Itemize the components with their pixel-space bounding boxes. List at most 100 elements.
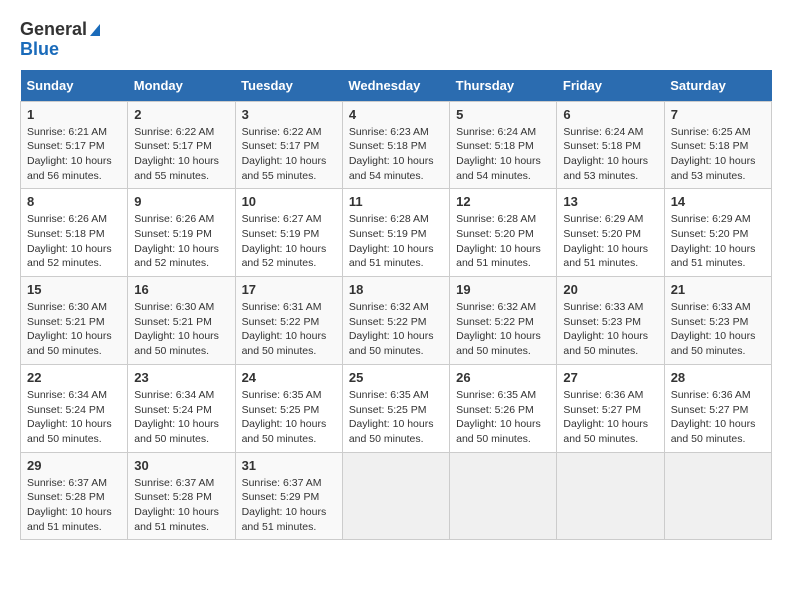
day-number: 21 <box>671 282 765 297</box>
day-cell: 21 Sunrise: 6:33 AM Sunset: 5:23 PM Dayl… <box>664 277 771 365</box>
day-cell: 5 Sunrise: 6:24 AM Sunset: 5:18 PM Dayli… <box>450 101 557 189</box>
week-row-5: 29 Sunrise: 6:37 AM Sunset: 5:28 PM Dayl… <box>21 452 772 540</box>
day-info: Sunrise: 6:23 AM Sunset: 5:18 PM Dayligh… <box>349 125 443 184</box>
header: General Blue <box>20 20 772 60</box>
day-cell: 2 Sunrise: 6:22 AM Sunset: 5:17 PM Dayli… <box>128 101 235 189</box>
weekday-saturday: Saturday <box>664 70 771 102</box>
day-number: 16 <box>134 282 228 297</box>
day-info: Sunrise: 6:37 AM Sunset: 5:29 PM Dayligh… <box>242 476 336 535</box>
day-cell: 27 Sunrise: 6:36 AM Sunset: 5:27 PM Dayl… <box>557 364 664 452</box>
day-info: Sunrise: 6:22 AM Sunset: 5:17 PM Dayligh… <box>134 125 228 184</box>
week-row-2: 8 Sunrise: 6:26 AM Sunset: 5:18 PM Dayli… <box>21 189 772 277</box>
day-number: 30 <box>134 458 228 473</box>
day-number: 25 <box>349 370 443 385</box>
day-number: 31 <box>242 458 336 473</box>
day-cell: 19 Sunrise: 6:32 AM Sunset: 5:22 PM Dayl… <box>450 277 557 365</box>
day-cell: 20 Sunrise: 6:33 AM Sunset: 5:23 PM Dayl… <box>557 277 664 365</box>
day-cell: 29 Sunrise: 6:37 AM Sunset: 5:28 PM Dayl… <box>21 452 128 540</box>
day-info: Sunrise: 6:27 AM Sunset: 5:19 PM Dayligh… <box>242 212 336 271</box>
day-info: Sunrise: 6:32 AM Sunset: 5:22 PM Dayligh… <box>456 300 550 359</box>
day-cell: 3 Sunrise: 6:22 AM Sunset: 5:17 PM Dayli… <box>235 101 342 189</box>
day-info: Sunrise: 6:35 AM Sunset: 5:25 PM Dayligh… <box>349 388 443 447</box>
day-number: 22 <box>27 370 121 385</box>
day-number: 2 <box>134 107 228 122</box>
logo-blue: Blue <box>20 40 100 60</box>
day-cell <box>450 452 557 540</box>
day-number: 11 <box>349 194 443 209</box>
day-info: Sunrise: 6:35 AM Sunset: 5:25 PM Dayligh… <box>242 388 336 447</box>
weekday-wednesday: Wednesday <box>342 70 449 102</box>
day-info: Sunrise: 6:34 AM Sunset: 5:24 PM Dayligh… <box>134 388 228 447</box>
day-info: Sunrise: 6:35 AM Sunset: 5:26 PM Dayligh… <box>456 388 550 447</box>
day-number: 9 <box>134 194 228 209</box>
day-info: Sunrise: 6:36 AM Sunset: 5:27 PM Dayligh… <box>563 388 657 447</box>
day-cell: 14 Sunrise: 6:29 AM Sunset: 5:20 PM Dayl… <box>664 189 771 277</box>
day-cell: 13 Sunrise: 6:29 AM Sunset: 5:20 PM Dayl… <box>557 189 664 277</box>
day-number: 15 <box>27 282 121 297</box>
day-number: 18 <box>349 282 443 297</box>
day-cell <box>557 452 664 540</box>
day-number: 12 <box>456 194 550 209</box>
day-info: Sunrise: 6:22 AM Sunset: 5:17 PM Dayligh… <box>242 125 336 184</box>
day-cell: 31 Sunrise: 6:37 AM Sunset: 5:29 PM Dayl… <box>235 452 342 540</box>
day-cell: 6 Sunrise: 6:24 AM Sunset: 5:18 PM Dayli… <box>557 101 664 189</box>
day-cell: 23 Sunrise: 6:34 AM Sunset: 5:24 PM Dayl… <box>128 364 235 452</box>
weekday-thursday: Thursday <box>450 70 557 102</box>
day-cell: 30 Sunrise: 6:37 AM Sunset: 5:28 PM Dayl… <box>128 452 235 540</box>
day-number: 6 <box>563 107 657 122</box>
logo-general: General <box>20 20 100 40</box>
day-cell: 17 Sunrise: 6:31 AM Sunset: 5:22 PM Dayl… <box>235 277 342 365</box>
day-cell: 25 Sunrise: 6:35 AM Sunset: 5:25 PM Dayl… <box>342 364 449 452</box>
day-cell: 22 Sunrise: 6:34 AM Sunset: 5:24 PM Dayl… <box>21 364 128 452</box>
day-info: Sunrise: 6:32 AM Sunset: 5:22 PM Dayligh… <box>349 300 443 359</box>
day-cell: 12 Sunrise: 6:28 AM Sunset: 5:20 PM Dayl… <box>450 189 557 277</box>
day-number: 14 <box>671 194 765 209</box>
week-row-3: 15 Sunrise: 6:30 AM Sunset: 5:21 PM Dayl… <box>21 277 772 365</box>
day-cell: 7 Sunrise: 6:25 AM Sunset: 5:18 PM Dayli… <box>664 101 771 189</box>
day-info: Sunrise: 6:36 AM Sunset: 5:27 PM Dayligh… <box>671 388 765 447</box>
day-info: Sunrise: 6:26 AM Sunset: 5:19 PM Dayligh… <box>134 212 228 271</box>
week-row-1: 1 Sunrise: 6:21 AM Sunset: 5:17 PM Dayli… <box>21 101 772 189</box>
day-number: 27 <box>563 370 657 385</box>
day-cell: 24 Sunrise: 6:35 AM Sunset: 5:25 PM Dayl… <box>235 364 342 452</box>
calendar-table: SundayMondayTuesdayWednesdayThursdayFrid… <box>20 70 772 541</box>
weekday-monday: Monday <box>128 70 235 102</box>
weekday-tuesday: Tuesday <box>235 70 342 102</box>
calendar-header: SundayMondayTuesdayWednesdayThursdayFrid… <box>21 70 772 102</box>
day-number: 19 <box>456 282 550 297</box>
day-number: 13 <box>563 194 657 209</box>
day-cell: 18 Sunrise: 6:32 AM Sunset: 5:22 PM Dayl… <box>342 277 449 365</box>
day-cell: 28 Sunrise: 6:36 AM Sunset: 5:27 PM Dayl… <box>664 364 771 452</box>
day-cell: 8 Sunrise: 6:26 AM Sunset: 5:18 PM Dayli… <box>21 189 128 277</box>
day-info: Sunrise: 6:24 AM Sunset: 5:18 PM Dayligh… <box>563 125 657 184</box>
day-number: 10 <box>242 194 336 209</box>
day-info: Sunrise: 6:28 AM Sunset: 5:20 PM Dayligh… <box>456 212 550 271</box>
day-number: 5 <box>456 107 550 122</box>
day-number: 29 <box>27 458 121 473</box>
day-info: Sunrise: 6:26 AM Sunset: 5:18 PM Dayligh… <box>27 212 121 271</box>
day-cell: 10 Sunrise: 6:27 AM Sunset: 5:19 PM Dayl… <box>235 189 342 277</box>
day-info: Sunrise: 6:33 AM Sunset: 5:23 PM Dayligh… <box>671 300 765 359</box>
day-info: Sunrise: 6:25 AM Sunset: 5:18 PM Dayligh… <box>671 125 765 184</box>
day-cell: 11 Sunrise: 6:28 AM Sunset: 5:19 PM Dayl… <box>342 189 449 277</box>
day-info: Sunrise: 6:31 AM Sunset: 5:22 PM Dayligh… <box>242 300 336 359</box>
day-info: Sunrise: 6:24 AM Sunset: 5:18 PM Dayligh… <box>456 125 550 184</box>
day-info: Sunrise: 6:30 AM Sunset: 5:21 PM Dayligh… <box>134 300 228 359</box>
day-number: 8 <box>27 194 121 209</box>
day-number: 28 <box>671 370 765 385</box>
day-number: 26 <box>456 370 550 385</box>
day-number: 20 <box>563 282 657 297</box>
weekday-sunday: Sunday <box>21 70 128 102</box>
day-info: Sunrise: 6:29 AM Sunset: 5:20 PM Dayligh… <box>671 212 765 271</box>
weekday-friday: Friday <box>557 70 664 102</box>
day-cell: 26 Sunrise: 6:35 AM Sunset: 5:26 PM Dayl… <box>450 364 557 452</box>
day-cell: 4 Sunrise: 6:23 AM Sunset: 5:18 PM Dayli… <box>342 101 449 189</box>
day-info: Sunrise: 6:21 AM Sunset: 5:17 PM Dayligh… <box>27 125 121 184</box>
day-cell <box>664 452 771 540</box>
week-row-4: 22 Sunrise: 6:34 AM Sunset: 5:24 PM Dayl… <box>21 364 772 452</box>
day-info: Sunrise: 6:37 AM Sunset: 5:28 PM Dayligh… <box>27 476 121 535</box>
day-info: Sunrise: 6:30 AM Sunset: 5:21 PM Dayligh… <box>27 300 121 359</box>
day-cell: 16 Sunrise: 6:30 AM Sunset: 5:21 PM Dayl… <box>128 277 235 365</box>
day-number: 24 <box>242 370 336 385</box>
day-cell: 15 Sunrise: 6:30 AM Sunset: 5:21 PM Dayl… <box>21 277 128 365</box>
